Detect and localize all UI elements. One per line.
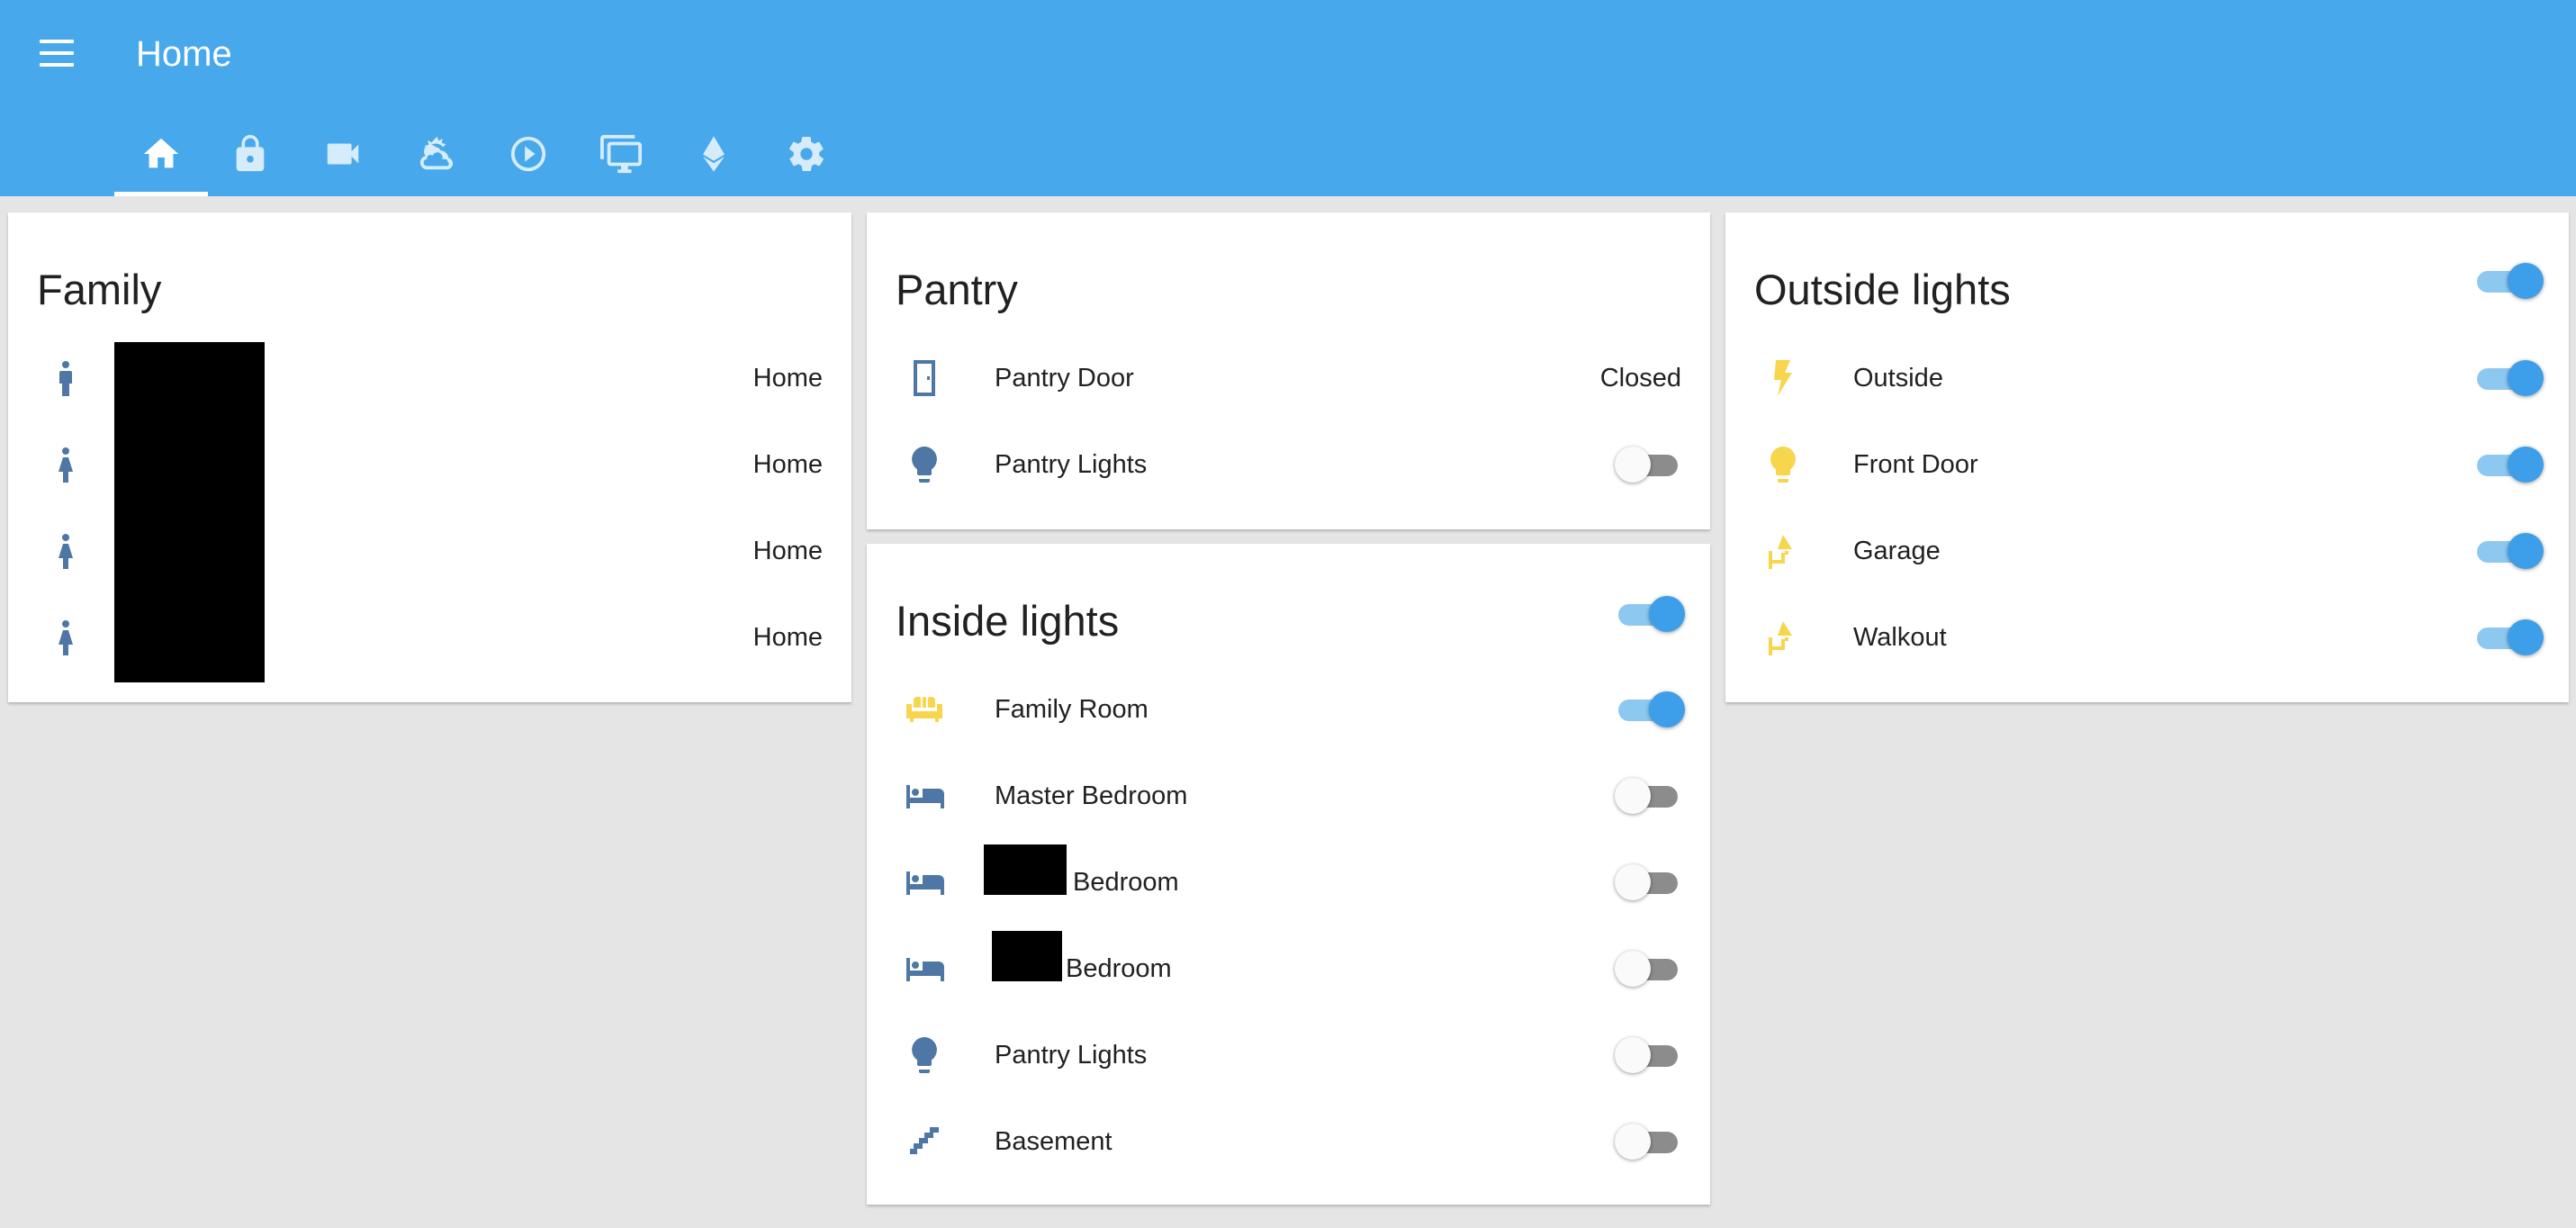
entity-row[interactable]: Pantry Lights (867, 1021, 1710, 1089)
family-row[interactable]: Home (8, 517, 851, 585)
tab-ethereum[interactable] (667, 119, 761, 196)
toggle-switch[interactable] (1615, 1124, 1681, 1160)
settings-gear-icon (789, 137, 824, 171)
inside-lights-card: Inside lights Family Room Master Bedroom… (867, 544, 1710, 1205)
sofa-icon (903, 688, 946, 731)
lightbulb-icon (1761, 443, 1805, 486)
family-row[interactable]: Home (8, 430, 851, 499)
toggle-switch[interactable] (1615, 447, 1681, 483)
entity-row[interactable]: Walkout (1725, 603, 2569, 672)
account-icon (44, 357, 87, 400)
entity-row[interactable]: Master Bedroom (867, 762, 1710, 830)
entity-row[interactable]: Outside (1725, 344, 2569, 412)
lightbulb-icon (903, 443, 946, 486)
entity-row[interactable]: Family Room (867, 675, 1710, 744)
entity-name: Pantry Lights (995, 450, 1148, 479)
lightbulb-icon (903, 1034, 946, 1077)
menu-icon[interactable] (36, 40, 77, 70)
toggle-switch[interactable] (2473, 447, 2544, 483)
family-card: Family Home Home Home Home (8, 212, 851, 702)
toggle-switch[interactable] (1615, 778, 1681, 814)
toggle-switch[interactable] (2473, 533, 2544, 569)
entity-name: Family Room (995, 695, 1148, 724)
entity-row[interactable]: Garage (1725, 517, 2569, 585)
bed-icon (903, 947, 946, 990)
tab-settings[interactable] (760, 119, 853, 196)
family-row[interactable]: Home (8, 344, 851, 412)
card-title: Inside lights (896, 597, 1120, 645)
entity-row[interactable]: Pantry Lights (867, 430, 1710, 499)
card-title: Family (37, 266, 162, 313)
entity-name: Bedroom (1073, 868, 1179, 897)
entity-name: Bedroom (1066, 954, 1172, 983)
outside-lights-master-toggle[interactable] (2473, 263, 2544, 299)
home-icon (143, 138, 179, 168)
app-header: Home (0, 0, 2576, 196)
entity-row[interactable]: Bedroom (867, 931, 1710, 1003)
tab-camera[interactable] (296, 119, 390, 196)
entity-name: Front Door (1853, 450, 1978, 479)
wall-lamp-icon (1761, 529, 1805, 573)
entity-name: Pantry Door (995, 364, 1134, 393)
presence-state: Home (752, 364, 823, 393)
bed-icon (903, 774, 946, 817)
active-tab-indicator (114, 192, 208, 196)
entity-name: Walkout (1853, 623, 1947, 652)
tab-home[interactable] (114, 119, 208, 196)
video-camera-icon (327, 143, 359, 165)
entity-name: Master Bedroom (995, 781, 1188, 810)
wall-lamp-icon (1761, 616, 1805, 659)
flash-icon (1761, 357, 1805, 400)
lock-icon (236, 134, 265, 172)
tab-weather[interactable] (389, 119, 482, 196)
human-female-icon (44, 529, 87, 573)
presence-state: Home (752, 450, 823, 479)
ethereum-icon (703, 136, 725, 172)
tab-media[interactable] (482, 119, 575, 196)
toggle-switch[interactable] (2473, 619, 2544, 655)
monitor-multiple-icon (600, 134, 642, 174)
outside-lights-card: Outside lights Outside Front Door Garage… (1725, 212, 2569, 702)
presence-state: Home (752, 537, 823, 565)
bed-icon (903, 861, 946, 904)
human-female-icon (44, 616, 87, 659)
toggle-switch[interactable] (1615, 1037, 1681, 1073)
entity-row[interactable]: Front Door (1725, 430, 2569, 499)
entity-row[interactable]: Pantry Door Closed (867, 344, 1710, 412)
tab-lock[interactable] (203, 119, 297, 196)
entity-name: Outside (1853, 364, 1943, 393)
human-female-icon (44, 443, 87, 486)
entity-name: Pantry Lights (995, 1041, 1148, 1070)
toggle-switch[interactable] (1615, 951, 1681, 987)
redacted-name (984, 844, 1067, 895)
redacted-name (992, 931, 1062, 981)
pantry-card: Pantry Pantry Door Closed Pantry Lights (867, 212, 1710, 529)
entity-name: Basement (995, 1127, 1112, 1156)
stairs-icon (903, 1120, 946, 1163)
card-title: Pantry (896, 266, 1018, 313)
entity-row[interactable]: Bedroom (867, 844, 1710, 916)
card-title: Outside lights (1754, 266, 2011, 313)
tab-devices[interactable] (574, 119, 668, 196)
entity-row[interactable]: Basement (867, 1107, 1710, 1176)
weather-partly-cloudy-icon (419, 136, 454, 170)
toggle-switch[interactable] (1615, 691, 1685, 727)
entity-name: Garage (1853, 537, 1941, 565)
presence-state: Home (752, 623, 823, 652)
inside-lights-master-toggle[interactable] (1615, 596, 1685, 632)
door-state: Closed (1599, 364, 1681, 393)
page-title: Home (136, 34, 232, 74)
toggle-switch[interactable] (1615, 864, 1681, 900)
door-icon (903, 357, 946, 400)
play-circle-icon (510, 136, 546, 172)
toggle-switch[interactable] (2473, 360, 2544, 396)
family-row[interactable]: Home (8, 603, 851, 672)
